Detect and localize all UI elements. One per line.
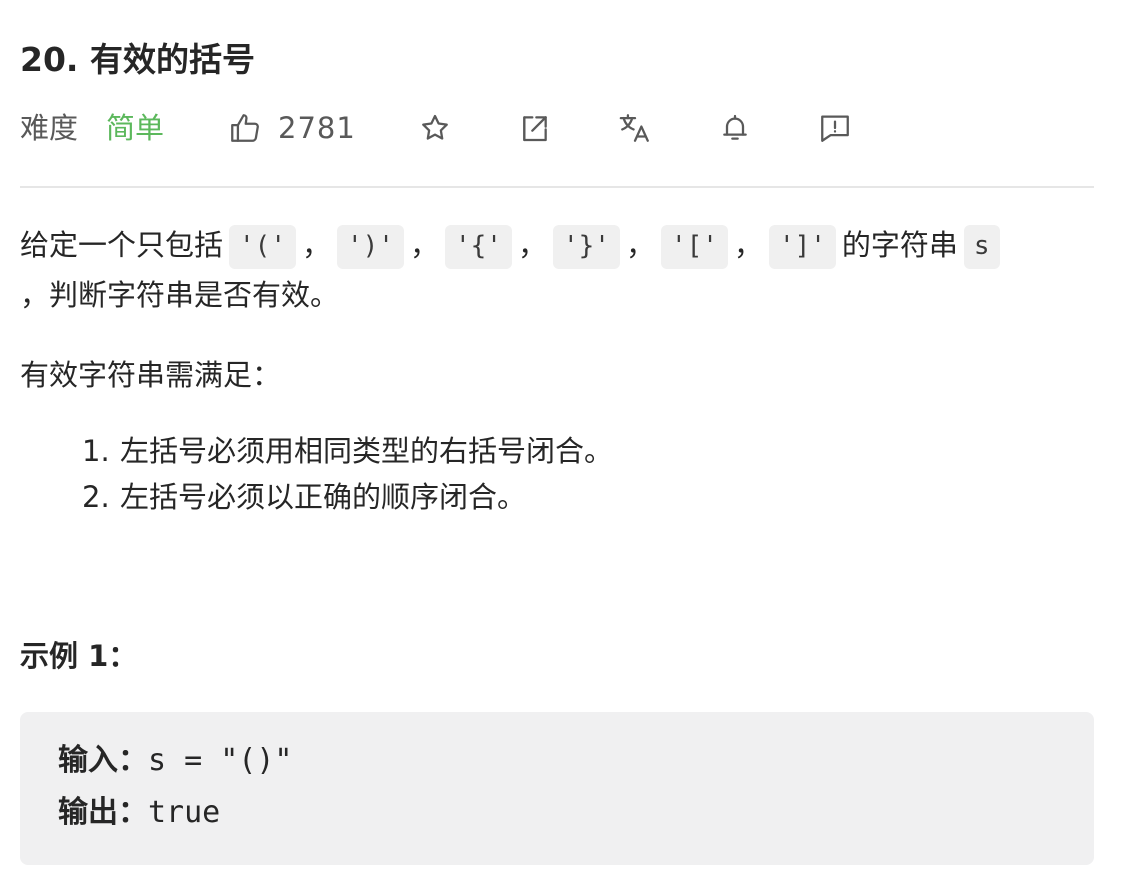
thumbs-up-icon <box>228 111 262 145</box>
example-output-label: 输出： <box>58 795 148 830</box>
bracket-token: '}' <box>552 225 620 269</box>
problem-title: 20. 有效的括号 <box>20 40 255 79</box>
difficulty-label: 难度 <box>20 111 79 145</box>
star-icon <box>419 112 451 144</box>
translate-icon <box>618 111 652 145</box>
difficulty-badge: 简单 <box>106 111 165 145</box>
like-button[interactable]: 2781 <box>228 106 356 150</box>
token-separator: ， <box>625 228 655 262</box>
example-input-label: 输入： <box>58 743 148 778</box>
example-input-value: s = "()" <box>148 743 293 778</box>
description-line-2: ，判断字符串是否有效。 <box>20 278 340 312</box>
bracket-token: ']' <box>768 225 836 269</box>
example-title: 示例 1： <box>20 639 138 673</box>
rules-heading: 有效字符串需满足： <box>20 358 282 392</box>
favorite-button[interactable] <box>417 110 453 146</box>
feedback-icon <box>818 111 852 145</box>
description-line-1: 给定一个只包括 '('， ')'， '{'， '}'， '['， ']' 的字符串 s <box>20 220 1006 270</box>
bracket-token: ')' <box>337 225 404 269</box>
bracket-token: '[' <box>660 225 728 269</box>
bracket-token: '{' <box>444 225 512 269</box>
example-output-line: 输出：true <box>58 788 220 838</box>
token-separator: ， <box>409 228 439 262</box>
example-output-value: true <box>148 795 221 830</box>
list-item-text: 左括号必须以正确的顺序闭合。 <box>120 480 527 514</box>
list-item: 1. 左括号必须用相同类型的右括号闭合。 <box>82 428 613 474</box>
header-divider <box>20 186 1094 188</box>
list-item-number: 1. <box>82 434 110 468</box>
description-intro-prefix: 给定一个只包括 <box>20 228 224 262</box>
token-separator: ， <box>517 228 547 262</box>
list-item-text: 左括号必须用相同类型的右括号闭合。 <box>120 434 614 468</box>
feedback-button[interactable] <box>817 110 853 146</box>
like-count: 2781 <box>278 111 356 145</box>
token-separator: ， <box>733 228 763 262</box>
token-separator: ， <box>301 228 331 262</box>
notification-button[interactable] <box>717 110 753 146</box>
bracket-token: '(' <box>229 225 296 269</box>
example-code-block: 输入：s = "()" 输出：true <box>20 712 1094 865</box>
example-input-line: 输入：s = "()" <box>58 736 293 786</box>
bell-icon <box>719 112 751 144</box>
problem-meta-bar: 难度 简单 2781 <box>20 106 1094 150</box>
variable-token: s <box>963 225 1000 269</box>
list-item-number: 2. <box>82 480 110 514</box>
translate-button[interactable] <box>617 110 653 146</box>
description-intro-suffix: 的字符串 <box>841 228 958 262</box>
list-item: 2. 左括号必须以正确的顺序闭合。 <box>82 474 613 520</box>
rules-list: 1. 左括号必须用相同类型的右括号闭合。 2. 左括号必须以正确的顺序闭合。 <box>82 428 613 520</box>
share-icon <box>519 112 551 144</box>
share-button[interactable] <box>517 110 553 146</box>
